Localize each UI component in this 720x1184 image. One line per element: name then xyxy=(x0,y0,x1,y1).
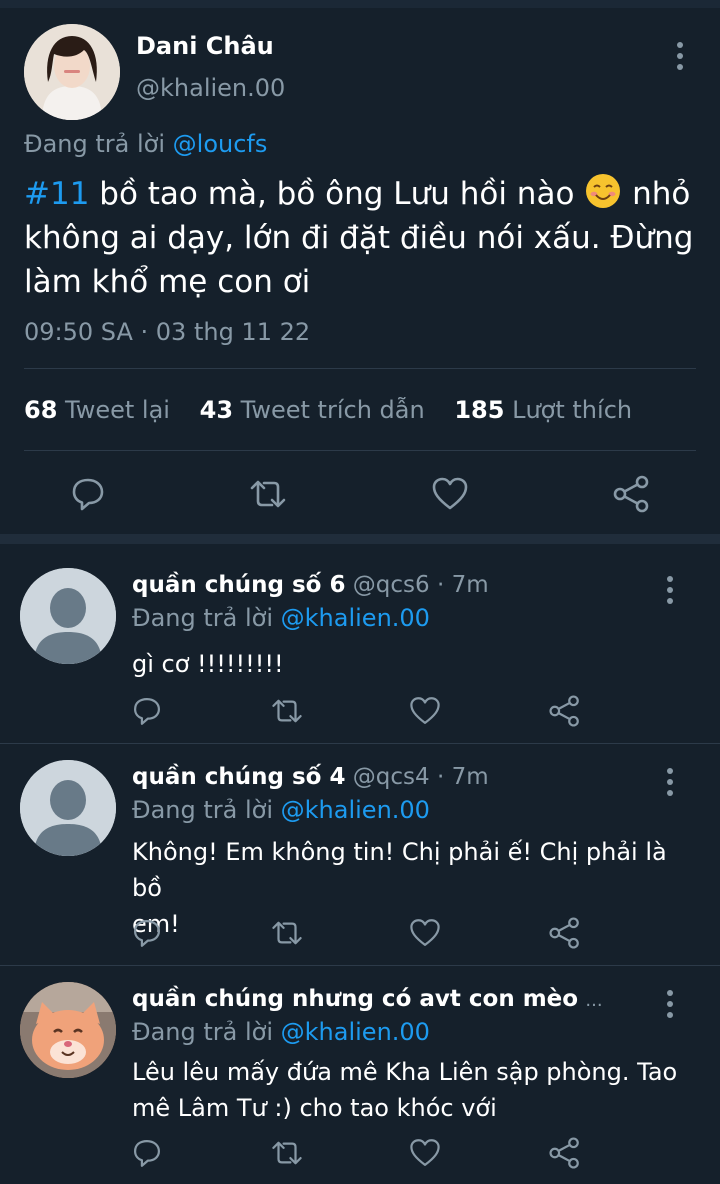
more-options-icon[interactable] xyxy=(670,40,690,72)
tweet-text-line1-end: nhỏ xyxy=(632,176,691,212)
reply-actions xyxy=(0,694,720,734)
like-icon[interactable] xyxy=(408,1136,442,1170)
avatar[interactable] xyxy=(24,24,120,120)
share-icon[interactable] xyxy=(548,916,582,950)
avatar[interactable] xyxy=(20,760,116,856)
handle[interactable]: @khalien.00 xyxy=(136,74,285,102)
tweet-text-line2: không ai dạy, lớn đi đặt điều nói xấu. Đ… xyxy=(24,220,694,256)
reply-author-handle[interactable]: @qcs4 xyxy=(353,764,430,790)
likes-label: Lượt thích xyxy=(512,396,633,424)
replying-to-mention[interactable]: @loucfs xyxy=(173,130,268,158)
reply-author-name[interactable]: quần chúng nhưng có avt con mèo xyxy=(132,986,578,1012)
reply-text: gì cơ !!!!!!!!! xyxy=(132,650,284,678)
replying-to-label: Đang trả lời xyxy=(132,1018,274,1046)
replying-to: Đang trả lời @khalien.00 xyxy=(132,796,430,824)
reply-actions xyxy=(0,916,720,956)
reply-icon[interactable] xyxy=(130,1136,164,1170)
divider xyxy=(24,368,696,369)
smiling-face-icon xyxy=(584,172,622,210)
retweet-icon[interactable] xyxy=(270,916,304,950)
like-icon[interactable] xyxy=(430,474,470,514)
reply-author-name[interactable]: quần chúng số 4 xyxy=(132,764,345,790)
replying-to-mention[interactable]: @khalien.00 xyxy=(281,796,430,824)
tweet-text-line3: làm khổ mẹ con ơi xyxy=(24,264,311,300)
share-icon[interactable] xyxy=(612,474,652,514)
reply-author-handle[interactable]: @qcs6 xyxy=(353,572,430,598)
quotes-label: Tweet trích dẫn xyxy=(240,396,425,424)
avatar[interactable] xyxy=(20,568,116,664)
replying-to: Đang trả lời @khalien.00 xyxy=(132,1018,430,1046)
top-divider xyxy=(0,0,720,8)
reply-icon[interactable] xyxy=(130,916,164,950)
tweet-text-line1: bồ tao mà, bồ ông Lưu hồi nào xyxy=(99,176,575,212)
reply-text-line1: Lêu lêu mấy đứa mê Kha Liên sập phòng. T… xyxy=(132,1058,678,1086)
retweet-icon[interactable] xyxy=(270,1136,304,1170)
hashtag-link[interactable]: #11 xyxy=(24,176,89,212)
replying-to: Đang trả lời @khalien.00 xyxy=(132,604,430,632)
likes-stat[interactable]: 185 Lượt thích xyxy=(454,396,632,424)
divider xyxy=(24,450,696,451)
more-options-icon[interactable] xyxy=(660,988,680,1020)
reply-header: quần chúng số 6 @qcs6 · 7m xyxy=(132,572,489,598)
cat-avatar[interactable] xyxy=(20,982,116,1078)
retweets-count: 68 xyxy=(24,396,58,424)
replying-to-label: Đang trả lời xyxy=(24,130,166,158)
name-ellipsis: ... xyxy=(585,990,603,1011)
retweets-label: Tweet lại xyxy=(65,396,170,424)
reply-time: · 7m xyxy=(436,764,489,790)
quotes-stat[interactable]: 43 Tweet trích dẫn xyxy=(200,396,425,424)
reply-header: quần chúng số 4 @qcs4 · 7m xyxy=(132,764,489,790)
tweet-text: #11 bồ tao mà, bồ ông Lưu hồi nào nhỏ kh… xyxy=(24,172,694,304)
reply-actions xyxy=(0,1136,720,1176)
more-options-icon[interactable] xyxy=(660,766,680,798)
quotes-count: 43 xyxy=(199,396,234,424)
reply-author-name[interactable]: quần chúng số 6 xyxy=(132,572,345,598)
reply-tweet[interactable]: quần chúng số 4 @qcs4 · 7m Đang trả lời … xyxy=(0,744,720,966)
reply-time: · 7m xyxy=(436,572,489,598)
tweet-actions xyxy=(0,474,720,518)
more-options-icon[interactable] xyxy=(660,574,680,606)
like-icon[interactable] xyxy=(408,694,442,728)
share-icon[interactable] xyxy=(548,1136,582,1170)
replying-to-label: Đang trả lời xyxy=(132,604,274,632)
share-icon[interactable] xyxy=(548,694,582,728)
reply-text: Lêu lêu mấy đứa mê Kha Liên sập phòng. T… xyxy=(132,1054,692,1126)
engagement-stats: 68 Tweet lại 43 Tweet trích dẫn 185 Lượt… xyxy=(24,396,654,424)
replying-to-mention[interactable]: @khalien.00 xyxy=(281,1018,430,1046)
main-tweet: Dani Châu @khalien.00 Đang trả lời @louc… xyxy=(0,8,720,544)
likes-count: 185 xyxy=(454,396,505,424)
reply-tweet[interactable]: quần chúng số 6 @qcs6 · 7m Đang trả lời … xyxy=(0,554,720,744)
display-name[interactable]: Dani Châu xyxy=(136,32,274,60)
reply-icon[interactable] xyxy=(68,474,108,514)
retweet-icon[interactable] xyxy=(248,474,288,514)
like-icon[interactable] xyxy=(408,916,442,950)
replying-to: Đang trả lời @loucfs xyxy=(24,130,267,158)
reply-icon[interactable] xyxy=(130,694,164,728)
reply-text-line2: mê Lâm Tư :) cho tao khóc với xyxy=(132,1094,497,1122)
retweets-stat[interactable]: 68 Tweet lại xyxy=(24,396,170,424)
timestamp[interactable]: 09:50 SA · 03 thg 11 22 xyxy=(24,318,310,346)
replying-to-mention[interactable]: @khalien.00 xyxy=(281,604,430,632)
reply-header: quần chúng nhưng có avt con mèo ... xyxy=(132,986,603,1012)
reply-tweet[interactable]: quần chúng nhưng có avt con mèo ... Đang… xyxy=(0,966,720,1184)
retweet-icon[interactable] xyxy=(270,694,304,728)
reply-text-line1: Không! Em không tin! Chị phải ế! Chị phả… xyxy=(132,838,667,902)
replying-to-label: Đang trả lời xyxy=(132,796,274,824)
